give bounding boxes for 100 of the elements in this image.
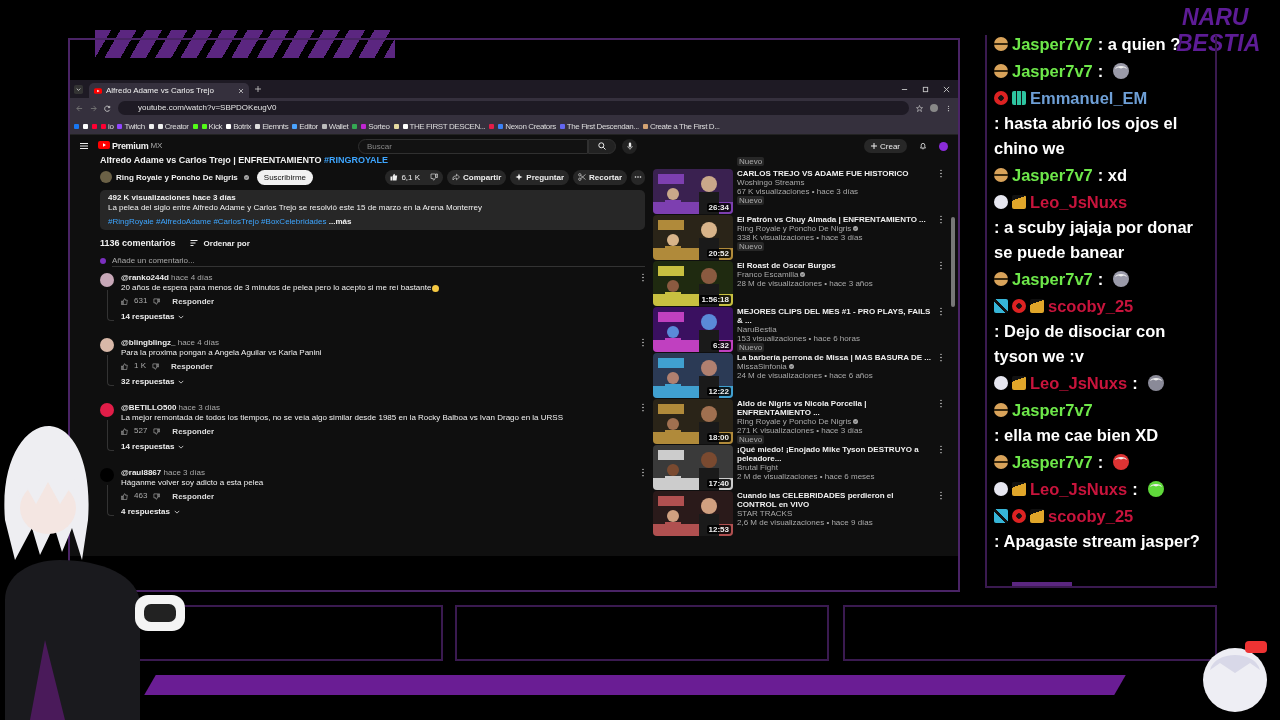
bookmark-link[interactable]: Wallet [328, 121, 349, 131]
star-icon[interactable] [916, 104, 923, 112]
channel-name[interactable]: Woshingo Streams [737, 178, 805, 187]
browser-tab[interactable]: Alfredo Adame vs Carlos Trejo [89, 83, 249, 98]
bookmark-link[interactable]: Nexon Creators [505, 121, 556, 131]
bookmark-icon[interactable] [255, 123, 261, 129]
comment-field[interactable]: Añade un comentario... [112, 254, 645, 267]
like-icon[interactable] [121, 427, 128, 435]
video-title[interactable]: ¡Qué miedo! ¡Enojado Mike Tyson DESTRUYO a peleadore... [737, 445, 935, 463]
profile-avatar[interactable] [930, 104, 938, 112]
plus-icon[interactable] [255, 86, 261, 92]
bookmark-link[interactable]: Kick [208, 121, 223, 131]
scrollbar-thumb[interactable] [951, 217, 955, 307]
bell-icon[interactable] [919, 142, 927, 150]
bookmark-link[interactable]: Elemnts [262, 121, 289, 131]
channel-name[interactable]: NaruBestia [737, 325, 777, 334]
bookmark-icon[interactable] [321, 123, 327, 129]
search-button[interactable] [588, 138, 616, 154]
channel-name[interactable]: Ring Royale y Poncho De Nigris [116, 172, 238, 182]
chevron-icon[interactable] [74, 84, 83, 94]
mic-button[interactable] [622, 138, 637, 154]
eye-badge-icon [1012, 299, 1026, 313]
channel-name[interactable]: Franco Escamilla [737, 270, 799, 279]
back-icon[interactable] [76, 104, 83, 112]
video-title[interactable]: El Patrón vs Chuy Almada | ENFRENTAMIENTO ... [737, 215, 935, 224]
channel-avatar[interactable] [100, 171, 112, 183]
bookmark-icon[interactable] [157, 123, 163, 129]
more-button[interactable] [631, 169, 645, 185]
channel-name[interactable]: Ring Royale y Poncho De Nigris [737, 224, 852, 233]
dislike-icon[interactable] [153, 297, 161, 305]
commenter-avatar[interactable] [100, 273, 114, 287]
forward-icon[interactable] [90, 104, 97, 112]
bookmark-icon[interactable] [402, 123, 408, 129]
reply-button[interactable]: Responder [165, 361, 213, 371]
close-icon[interactable] [238, 87, 244, 94]
like-count: 1 K [134, 361, 146, 371]
chat-username: scooby_25 [1048, 507, 1134, 525]
bookmark-link[interactable]: THE FIRST DESCEN... [409, 121, 486, 131]
like-button[interactable]: 6,1 K [385, 169, 426, 185]
address-bar[interactable]: youtube.com/watch?v=SBPDOKeugV0 [118, 101, 909, 115]
comment-author[interactable]: @BETILLO500 [121, 403, 177, 412]
comment-author[interactable]: @ranko244d [121, 273, 169, 282]
more-link[interactable]: ...más [328, 217, 352, 226]
dislike-icon[interactable] [152, 362, 159, 370]
video-title[interactable]: Cuando las CELEBRIDADES perdieron el CONTROL en VIVO [737, 491, 935, 509]
video-title[interactable]: El Roast de Oscar Burgos [737, 261, 935, 270]
bookmark-icon[interactable] [192, 123, 198, 129]
commenter-avatar[interactable] [100, 338, 114, 352]
action-button[interactable]: Compartir [447, 169, 507, 185]
bookmark-link[interactable]: Botrix [233, 121, 252, 131]
dislike-icon[interactable] [153, 492, 161, 500]
reply-button[interactable]: Responder [166, 426, 215, 436]
bookmark-link[interactable]: Editor [299, 121, 318, 131]
replies-toggle[interactable]: 14 respuestas [121, 312, 185, 321]
replies-toggle[interactable]: 32 respuestas [121, 377, 185, 386]
restore-icon[interactable] [922, 85, 929, 93]
more-icon[interactable] [945, 104, 952, 112]
menu-icon[interactable] [80, 142, 88, 150]
bookmark-icon[interactable] [201, 123, 207, 129]
reply-button[interactable]: Responder [166, 491, 215, 501]
bookmark-link[interactable]: The First Descendan... [566, 121, 639, 131]
channel-name[interactable]: Ring Royale y Poncho De Nigris [737, 417, 852, 426]
account-avatar[interactable] [939, 141, 948, 151]
like-icon[interactable] [121, 297, 128, 305]
channel-name[interactable]: MissaSinfonia [737, 362, 787, 371]
bookmark-link[interactable]: Creator [164, 121, 189, 131]
bookmark-link[interactable]: Twitch [124, 121, 145, 131]
action-button[interactable]: Recortar [573, 169, 627, 185]
action-button[interactable]: Preguntar [510, 169, 570, 185]
bookmark-icon[interactable] [226, 123, 232, 129]
subscribe-button[interactable]: Suscribirme [256, 169, 314, 185]
sort-button[interactable]: Ordenar por [189, 238, 250, 248]
close-icon[interactable] [943, 85, 950, 93]
create-button[interactable]: Crear [864, 139, 907, 153]
reload-icon[interactable] [104, 104, 111, 112]
thread-line [107, 355, 114, 386]
dislike-icon[interactable] [153, 427, 161, 435]
video-title[interactable]: MEJORES CLIPS DEL MES #1 - PRO PLAYS, FAILS & ... [737, 307, 935, 325]
video-title[interactable]: CARLOS TREJO VS ADAME FUE HISTORICO [737, 169, 935, 178]
replies-toggle[interactable]: 4 respuestas [121, 507, 180, 516]
like-icon[interactable] [121, 362, 128, 370]
description-box[interactable] [100, 190, 645, 230]
bookmark-link[interactable]: Create a The First D... [649, 121, 720, 131]
replies-toggle[interactable]: 14 respuestas [121, 442, 185, 451]
bookmark-icon[interactable] [393, 123, 399, 129]
bookmark-icon[interactable] [83, 123, 88, 129]
bookmark-link[interactable]: Sorteo [368, 121, 390, 131]
bookmark-icon[interactable] [148, 123, 154, 129]
video-title[interactable]: La barbería perrona de Missa | MAS BASURA DE ... [737, 353, 935, 362]
bookmark-icon[interactable] [642, 123, 648, 129]
hashtag-links[interactable]: #RingRoyale #AlfredoAdame #CarlosTrejo #BoxCelebridades [108, 217, 327, 226]
channel-name[interactable]: STAR TRACKS [737, 509, 793, 518]
like-icon[interactable] [121, 492, 128, 500]
bookmark-link[interactable]: io [108, 121, 114, 131]
channel-name[interactable]: Brutal Fight [737, 463, 778, 472]
video-title[interactable]: Aldo de Nigris vs Nicola Porcella | ENFRENTAMIENTO ... [737, 399, 935, 417]
reply-button[interactable]: Responder [166, 296, 215, 306]
search-field[interactable]: Buscar [358, 138, 588, 154]
comment-author[interactable]: @blingblingz_ [121, 338, 176, 347]
comment-author[interactable]: @raul8867 [121, 468, 162, 477]
